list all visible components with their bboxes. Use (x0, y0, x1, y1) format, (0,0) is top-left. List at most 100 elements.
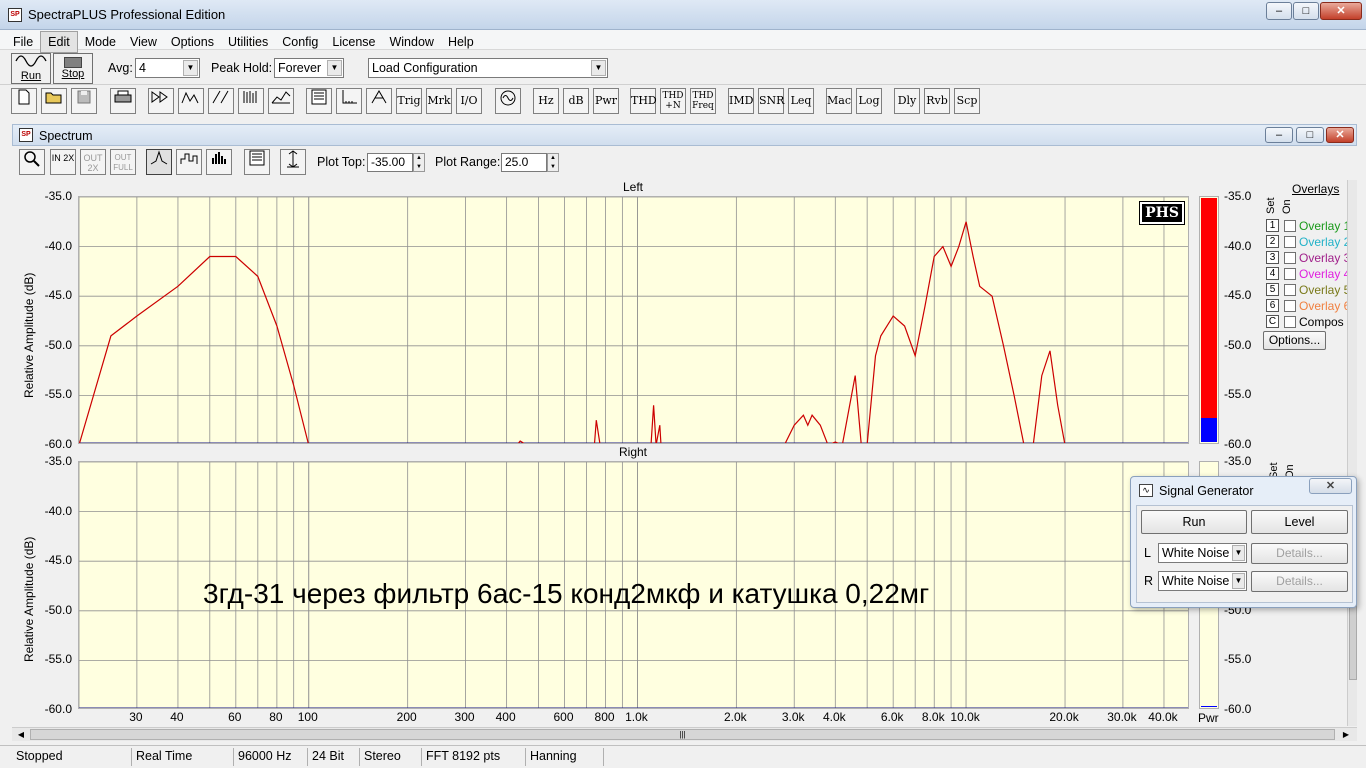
generator-level-button[interactable]: Level (1251, 510, 1348, 534)
print-button[interactable] (110, 88, 136, 114)
scale-button[interactable] (280, 149, 306, 175)
step-plot-icon (180, 153, 198, 164)
vertical-scrollbar[interactable] (1347, 180, 1357, 726)
minimize-button[interactable]: – (1266, 2, 1292, 20)
overlay-options-button[interactable]: Options... (1263, 331, 1326, 350)
weighting-button[interactable] (366, 88, 392, 114)
overlay-checkbox[interactable] (1284, 300, 1296, 312)
horizontal-scroll-thumb[interactable]: ||| (30, 729, 1335, 740)
menu-options[interactable]: Options (164, 32, 221, 52)
spectrum-maximize-button[interactable]: □ (1296, 127, 1324, 143)
overlay-set-button[interactable]: 4 (1266, 267, 1279, 280)
chevron-down-icon[interactable]: ▼ (327, 60, 342, 76)
spectrum-minimize-button[interactable]: – (1265, 127, 1293, 143)
open-file-button[interactable] (41, 88, 67, 114)
status-mode: Real Time (132, 748, 234, 766)
line-plot-button[interactable] (146, 149, 172, 175)
overlay-set-button[interactable]: 5 (1266, 283, 1279, 296)
plot-properties-button[interactable] (244, 149, 270, 175)
menu-utilities[interactable]: Utilities (221, 32, 275, 52)
save-button[interactable] (71, 88, 97, 114)
zoom-out-full-button[interactable]: OUT FULL (110, 149, 136, 175)
imd-button[interactable]: IMD (728, 88, 754, 114)
thd-freq-button[interactable]: THD Freq (690, 88, 716, 114)
thd-button[interactable]: THD (630, 88, 657, 114)
left-details-button[interactable]: Details... (1251, 543, 1348, 564)
time-view-button[interactable] (208, 88, 234, 114)
scroll-left-arrow[interactable]: ◀ (14, 729, 28, 740)
overlay-checkbox[interactable] (1284, 284, 1296, 296)
avg-select[interactable]: 4 ▼ (135, 58, 200, 78)
menu-help[interactable]: Help (441, 32, 481, 52)
overlay-set-button[interactable]: 6 (1266, 299, 1279, 312)
hz-button[interactable]: Hz (533, 88, 559, 114)
stop-button[interactable]: Stop (53, 53, 93, 84)
right-signal-select[interactable]: White Noise ▼ (1158, 571, 1247, 591)
maximize-button[interactable]: □ (1293, 2, 1319, 20)
right-details-button[interactable]: Details... (1251, 571, 1348, 592)
menu-file[interactable]: File (6, 32, 40, 52)
scope-button[interactable]: Scp (954, 88, 980, 114)
marker-button[interactable]: Mrk (426, 88, 452, 114)
display-settings-button[interactable] (306, 88, 332, 114)
pwr-button[interactable]: Pwr (593, 88, 619, 114)
axis-button[interactable] (336, 88, 362, 114)
chevron-down-icon[interactable]: ▼ (1232, 573, 1245, 589)
3d-surface-button[interactable] (268, 88, 294, 114)
overlay-set-button[interactable]: 1 (1266, 219, 1279, 232)
log-button[interactable]: Log (856, 88, 882, 114)
horizontal-scrollbar[interactable]: ◀ ||| ▶ (12, 727, 1357, 741)
overlay-checkbox[interactable] (1284, 236, 1296, 248)
leq-button[interactable]: Leq (788, 88, 814, 114)
config-select[interactable]: Load Configuration ▼ (368, 58, 608, 78)
zoom-in-2x-button[interactable]: IN 2X (50, 149, 76, 175)
step-plot-button[interactable] (176, 149, 202, 175)
menu-window[interactable]: Window (382, 32, 440, 52)
plot-top-spinner[interactable]: ▲ ▼ (413, 153, 425, 172)
trigger-button[interactable]: Trig (396, 88, 422, 114)
close-button[interactable]: ✕ (1320, 2, 1362, 20)
zoom-button[interactable] (19, 149, 45, 175)
left-channel-plot[interactable]: PHS (78, 196, 1189, 444)
chevron-down-icon[interactable]: ▼ (183, 60, 198, 76)
spectrum-close-button[interactable]: ✕ (1326, 127, 1354, 143)
thd-n-button[interactable]: THD +N (660, 88, 686, 114)
menu-license[interactable]: License (325, 32, 382, 52)
new-file-button[interactable] (11, 88, 37, 114)
menu-edit[interactable]: Edit (40, 31, 78, 53)
run-button[interactable]: Run (11, 53, 51, 84)
overlay-checkbox[interactable] (1284, 220, 1296, 232)
snr-button[interactable]: SNR (758, 88, 784, 114)
plot-range-spinner[interactable]: ▲ ▼ (547, 153, 559, 172)
zoom-out-2x-button[interactable]: OUT 2X (80, 149, 106, 175)
reverb-button[interactable]: Rvb (924, 88, 950, 114)
db-button[interactable]: dB (563, 88, 589, 114)
overlay-set-button[interactable]: 3 (1266, 251, 1279, 264)
fast-forward-button[interactable] (148, 88, 174, 114)
left-signal-value: White Noise (1162, 546, 1230, 560)
spectrogram-button[interactable] (238, 88, 264, 114)
overlay-checkbox[interactable] (1284, 268, 1296, 280)
overlay-set-button[interactable]: 2 (1266, 235, 1279, 248)
signal-generator-button[interactable] (495, 88, 521, 114)
chevron-down-icon[interactable]: ▼ (1232, 545, 1245, 561)
overlay-checkbox[interactable] (1284, 252, 1296, 264)
overlay-checkbox[interactable] (1284, 316, 1296, 328)
plot-top-input[interactable]: -35.00 (367, 153, 413, 172)
spectrum-view-button[interactable] (178, 88, 204, 114)
macro-button[interactable]: Mac (826, 88, 852, 114)
signal-generator-close-button[interactable]: ✕ (1309, 478, 1352, 494)
generator-run-button[interactable]: Run (1141, 510, 1247, 534)
overlay-set-button[interactable]: C (1266, 315, 1279, 328)
io-button[interactable]: I/O (456, 88, 482, 114)
delay-button[interactable]: Dly (894, 88, 920, 114)
chevron-down-icon[interactable]: ▼ (591, 60, 606, 76)
left-signal-select[interactable]: White Noise ▼ (1158, 543, 1247, 563)
scroll-right-arrow[interactable]: ▶ (1339, 729, 1353, 740)
menu-view[interactable]: View (123, 32, 164, 52)
peak-hold-select[interactable]: Forever ▼ (274, 58, 344, 78)
menu-mode[interactable]: Mode (78, 32, 123, 52)
bar-plot-button[interactable] (206, 149, 232, 175)
plot-range-input[interactable]: 25.0 (501, 153, 547, 172)
menu-config[interactable]: Config (275, 32, 325, 52)
